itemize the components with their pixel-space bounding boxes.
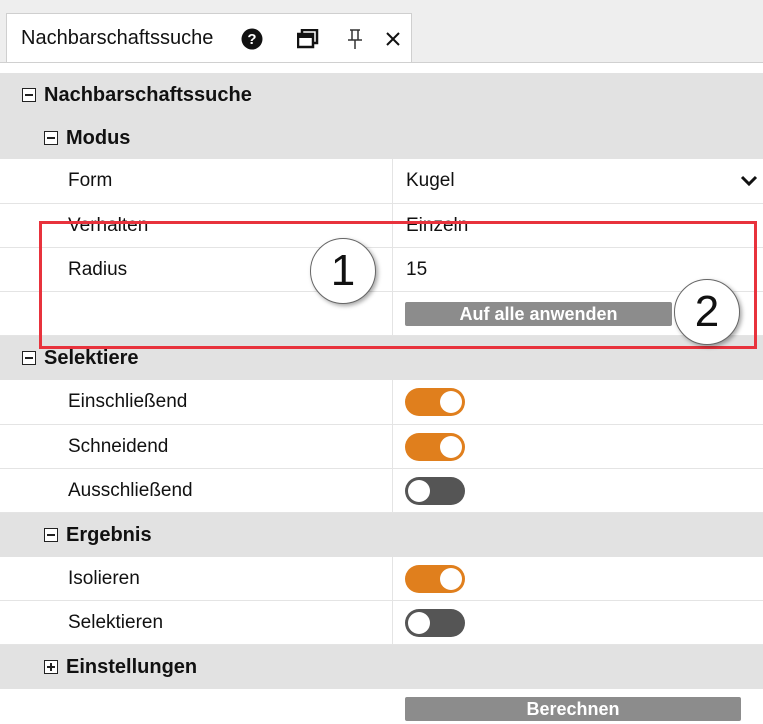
pin-icon[interactable]: [343, 27, 367, 51]
section-einstellungen[interactable]: Einstellungen: [0, 645, 763, 689]
help-icon[interactable]: ?: [240, 27, 264, 51]
isolieren-toggle[interactable]: [405, 565, 465, 593]
expand-icon[interactable]: [44, 660, 58, 674]
compute-button[interactable]: Berechnen: [405, 697, 741, 721]
section-title: Modus: [66, 126, 131, 149]
property-row-radius: Radius 15: [0, 248, 763, 292]
property-row-verhalten: Verhalten Einzeln: [0, 204, 763, 248]
section-title: Ergebnis: [66, 523, 152, 546]
toggle-row-schneidend: Schneidend: [0, 425, 763, 469]
callout-1: 1: [310, 238, 376, 304]
property-label: Verhalten: [68, 214, 149, 236]
toggle-knob: [408, 612, 430, 634]
svg-text:?: ?: [247, 31, 256, 48]
column-divider: [392, 469, 393, 512]
callout-2: 2: [674, 279, 740, 345]
section-title: Nachbarschaftssuche: [44, 83, 252, 106]
section-selektiere[interactable]: Selektiere: [0, 336, 763, 380]
close-icon[interactable]: [381, 27, 405, 51]
section-modus[interactable]: Modus: [0, 117, 763, 159]
column-divider: [392, 601, 393, 644]
property-label: Radius: [68, 258, 128, 280]
collapse-icon[interactable]: [44, 131, 58, 145]
column-divider: [392, 248, 393, 291]
radius-input[interactable]: 15: [406, 248, 427, 291]
footer-row: Berechnen: [0, 689, 763, 724]
toggle-label: Schneidend: [68, 435, 169, 457]
collapse-icon[interactable]: [22, 88, 36, 102]
toggle-row-ausschliessend: Ausschließend: [0, 469, 763, 513]
toggle-label: Einschließend: [68, 391, 188, 412]
collapse-icon[interactable]: [22, 351, 36, 365]
toggle-knob: [440, 568, 462, 590]
ausschliessend-toggle[interactable]: [405, 477, 465, 505]
property-label: Form: [68, 170, 113, 191]
toggle-knob: [440, 391, 462, 413]
form-select[interactable]: Kugel: [406, 159, 455, 203]
chevron-down-icon[interactable]: [740, 159, 758, 203]
toggle-knob: [440, 436, 462, 458]
toggle-knob: [408, 480, 430, 502]
toggle-row-selektieren: Selektieren: [0, 601, 763, 645]
column-divider: [392, 159, 393, 203]
toggle-row-einschliessend: Einschließend: [0, 380, 763, 425]
section-title: Einstellungen: [66, 655, 198, 678]
section-nachbarschaftssuche[interactable]: Nachbarschaftssuche: [0, 73, 763, 117]
property-row-apply: Auf alle anwenden: [0, 292, 763, 336]
selektieren-toggle[interactable]: [405, 609, 465, 637]
toggle-label: Selektieren: [68, 611, 164, 633]
apply-all-button[interactable]: Auf alle anwenden: [405, 302, 672, 326]
section-title: Selektiere: [44, 346, 139, 369]
property-row-form: Form Kugel: [0, 159, 763, 204]
column-divider: [392, 292, 393, 335]
restore-window-icon[interactable]: [296, 27, 320, 51]
toggle-label: Ausschließend: [68, 479, 193, 501]
einschliessend-toggle[interactable]: [405, 388, 465, 416]
section-ergebnis[interactable]: Ergebnis: [0, 513, 763, 557]
toggle-row-isolieren: Isolieren: [0, 557, 763, 601]
column-divider: [392, 380, 393, 424]
verhalten-select[interactable]: Einzeln: [406, 214, 468, 247]
schneidend-toggle[interactable]: [405, 433, 465, 461]
toggle-label: Isolieren: [68, 567, 140, 589]
column-divider: [392, 204, 393, 247]
column-divider: [392, 425, 393, 468]
tab-strip: Nachbarschaftssuche ?: [0, 0, 763, 63]
tab-nachbarschaftssuche[interactable]: Nachbarschaftssuche ?: [6, 13, 412, 62]
tab-title: Nachbarschaftssuche: [21, 27, 214, 49]
column-divider: [392, 557, 393, 600]
collapse-icon[interactable]: [44, 528, 58, 542]
